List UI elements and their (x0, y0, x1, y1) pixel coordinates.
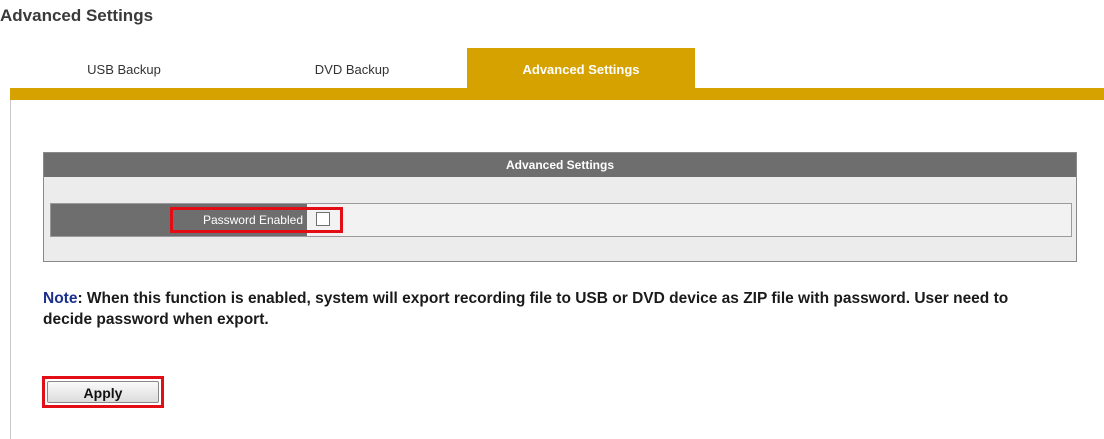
apply-button[interactable]: Apply (47, 381, 159, 403)
page-title: Advanced Settings (0, 6, 154, 25)
password-enabled-checkbox[interactable] (316, 212, 330, 226)
tab-advanced-settings[interactable]: Advanced Settings (467, 48, 695, 88)
panel-header: Advanced Settings (44, 153, 1076, 177)
tab-dvd-backup[interactable]: DVD Backup (238, 48, 466, 88)
content-left-border (10, 100, 11, 439)
tab-usb-backup[interactable]: USB Backup (10, 48, 238, 88)
note-body: : When this function is enabled, system … (43, 290, 1009, 328)
tab-underline (10, 88, 1104, 100)
note-prefix: Note (43, 290, 78, 307)
note-text: Note: When this function is enabled, sys… (43, 288, 1043, 330)
page: Advanced Settings USB Backup DVD Backup … (0, 0, 1104, 439)
